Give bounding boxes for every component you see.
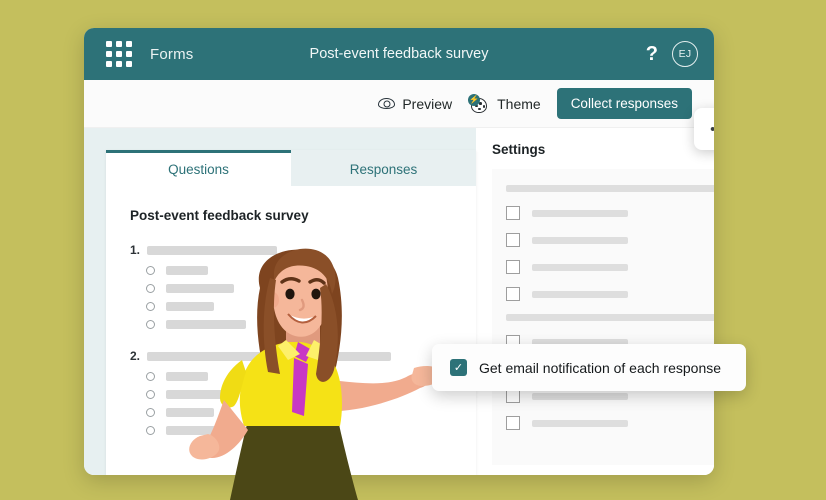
checkbox-icon[interactable] [506, 287, 520, 301]
settings-group-header-placeholder [506, 314, 714, 321]
editor-toolbar: Preview ⚡ Theme Collect responses [84, 80, 714, 128]
titlebar-actions: ? EJ [646, 41, 698, 67]
settings-label-placeholder [532, 419, 628, 427]
theme-button[interactable]: ⚡ Theme [468, 93, 541, 114]
avatar[interactable]: EJ [672, 41, 698, 67]
radio-icon[interactable] [146, 390, 155, 399]
settings-title: Settings [492, 142, 546, 157]
theme-label: Theme [497, 95, 541, 112]
settings-pane: Settings [476, 128, 714, 475]
radio-icon[interactable] [146, 302, 155, 311]
form-title: Post-event feedback survey [130, 208, 309, 223]
settings-label-placeholder [532, 209, 628, 217]
checkbox-icon[interactable] [506, 233, 520, 247]
checkbox-icon[interactable] [506, 389, 520, 403]
apps-grid-icon[interactable] [106, 41, 132, 67]
settings-group-header-placeholder [506, 185, 714, 192]
app-titlebar: Forms Post-event feedback survey ? EJ [84, 28, 714, 80]
eye-icon [378, 98, 396, 109]
settings-row[interactable] [506, 287, 714, 301]
checkbox-icon[interactable] [506, 206, 520, 220]
settings-label-placeholder [532, 392, 628, 400]
preview-button[interactable]: Preview [378, 96, 452, 112]
email-notification-toast[interactable]: ✓ Get email notification of each respons… [432, 344, 746, 391]
tab-questions[interactable]: Questions [106, 150, 291, 186]
form-tabs: Questions Responses [106, 150, 476, 186]
question-number: 1. [130, 243, 141, 257]
settings-label-placeholder [532, 263, 628, 271]
tab-responses[interactable]: Responses [291, 150, 476, 186]
radio-icon[interactable] [146, 320, 155, 329]
settings-label-placeholder [532, 236, 628, 244]
brand-label: Forms [150, 45, 194, 63]
palette-icon: ⚡ [468, 93, 490, 114]
radio-icon[interactable] [146, 284, 155, 293]
woman-pointing-illustration [189, 248, 443, 500]
checkbox-icon[interactable] [506, 260, 520, 274]
checkbox-checked-icon[interactable]: ✓ [450, 359, 467, 376]
checkbox-icon[interactable] [506, 416, 520, 430]
settings-row[interactable] [506, 260, 714, 274]
sparkle-icon: ⚡ [468, 93, 481, 106]
settings-placeholder-card [492, 169, 714, 465]
settings-row[interactable] [506, 416, 714, 430]
preview-label: Preview [402, 95, 453, 112]
question-number: 2. [130, 349, 141, 363]
settings-row[interactable] [506, 206, 714, 220]
radio-icon[interactable] [146, 372, 155, 381]
settings-row[interactable] [506, 389, 714, 403]
help-icon[interactable]: ? [646, 44, 658, 64]
collect-responses-button[interactable]: Collect responses [556, 88, 692, 119]
radio-icon[interactable] [146, 266, 155, 275]
radio-icon[interactable] [146, 408, 155, 417]
settings-row[interactable] [506, 233, 714, 247]
settings-label-placeholder [532, 290, 628, 298]
radio-icon[interactable] [146, 426, 155, 435]
more-options-button[interactable]: ••• [694, 108, 714, 150]
toast-message: Get email notification of each response [479, 359, 722, 376]
